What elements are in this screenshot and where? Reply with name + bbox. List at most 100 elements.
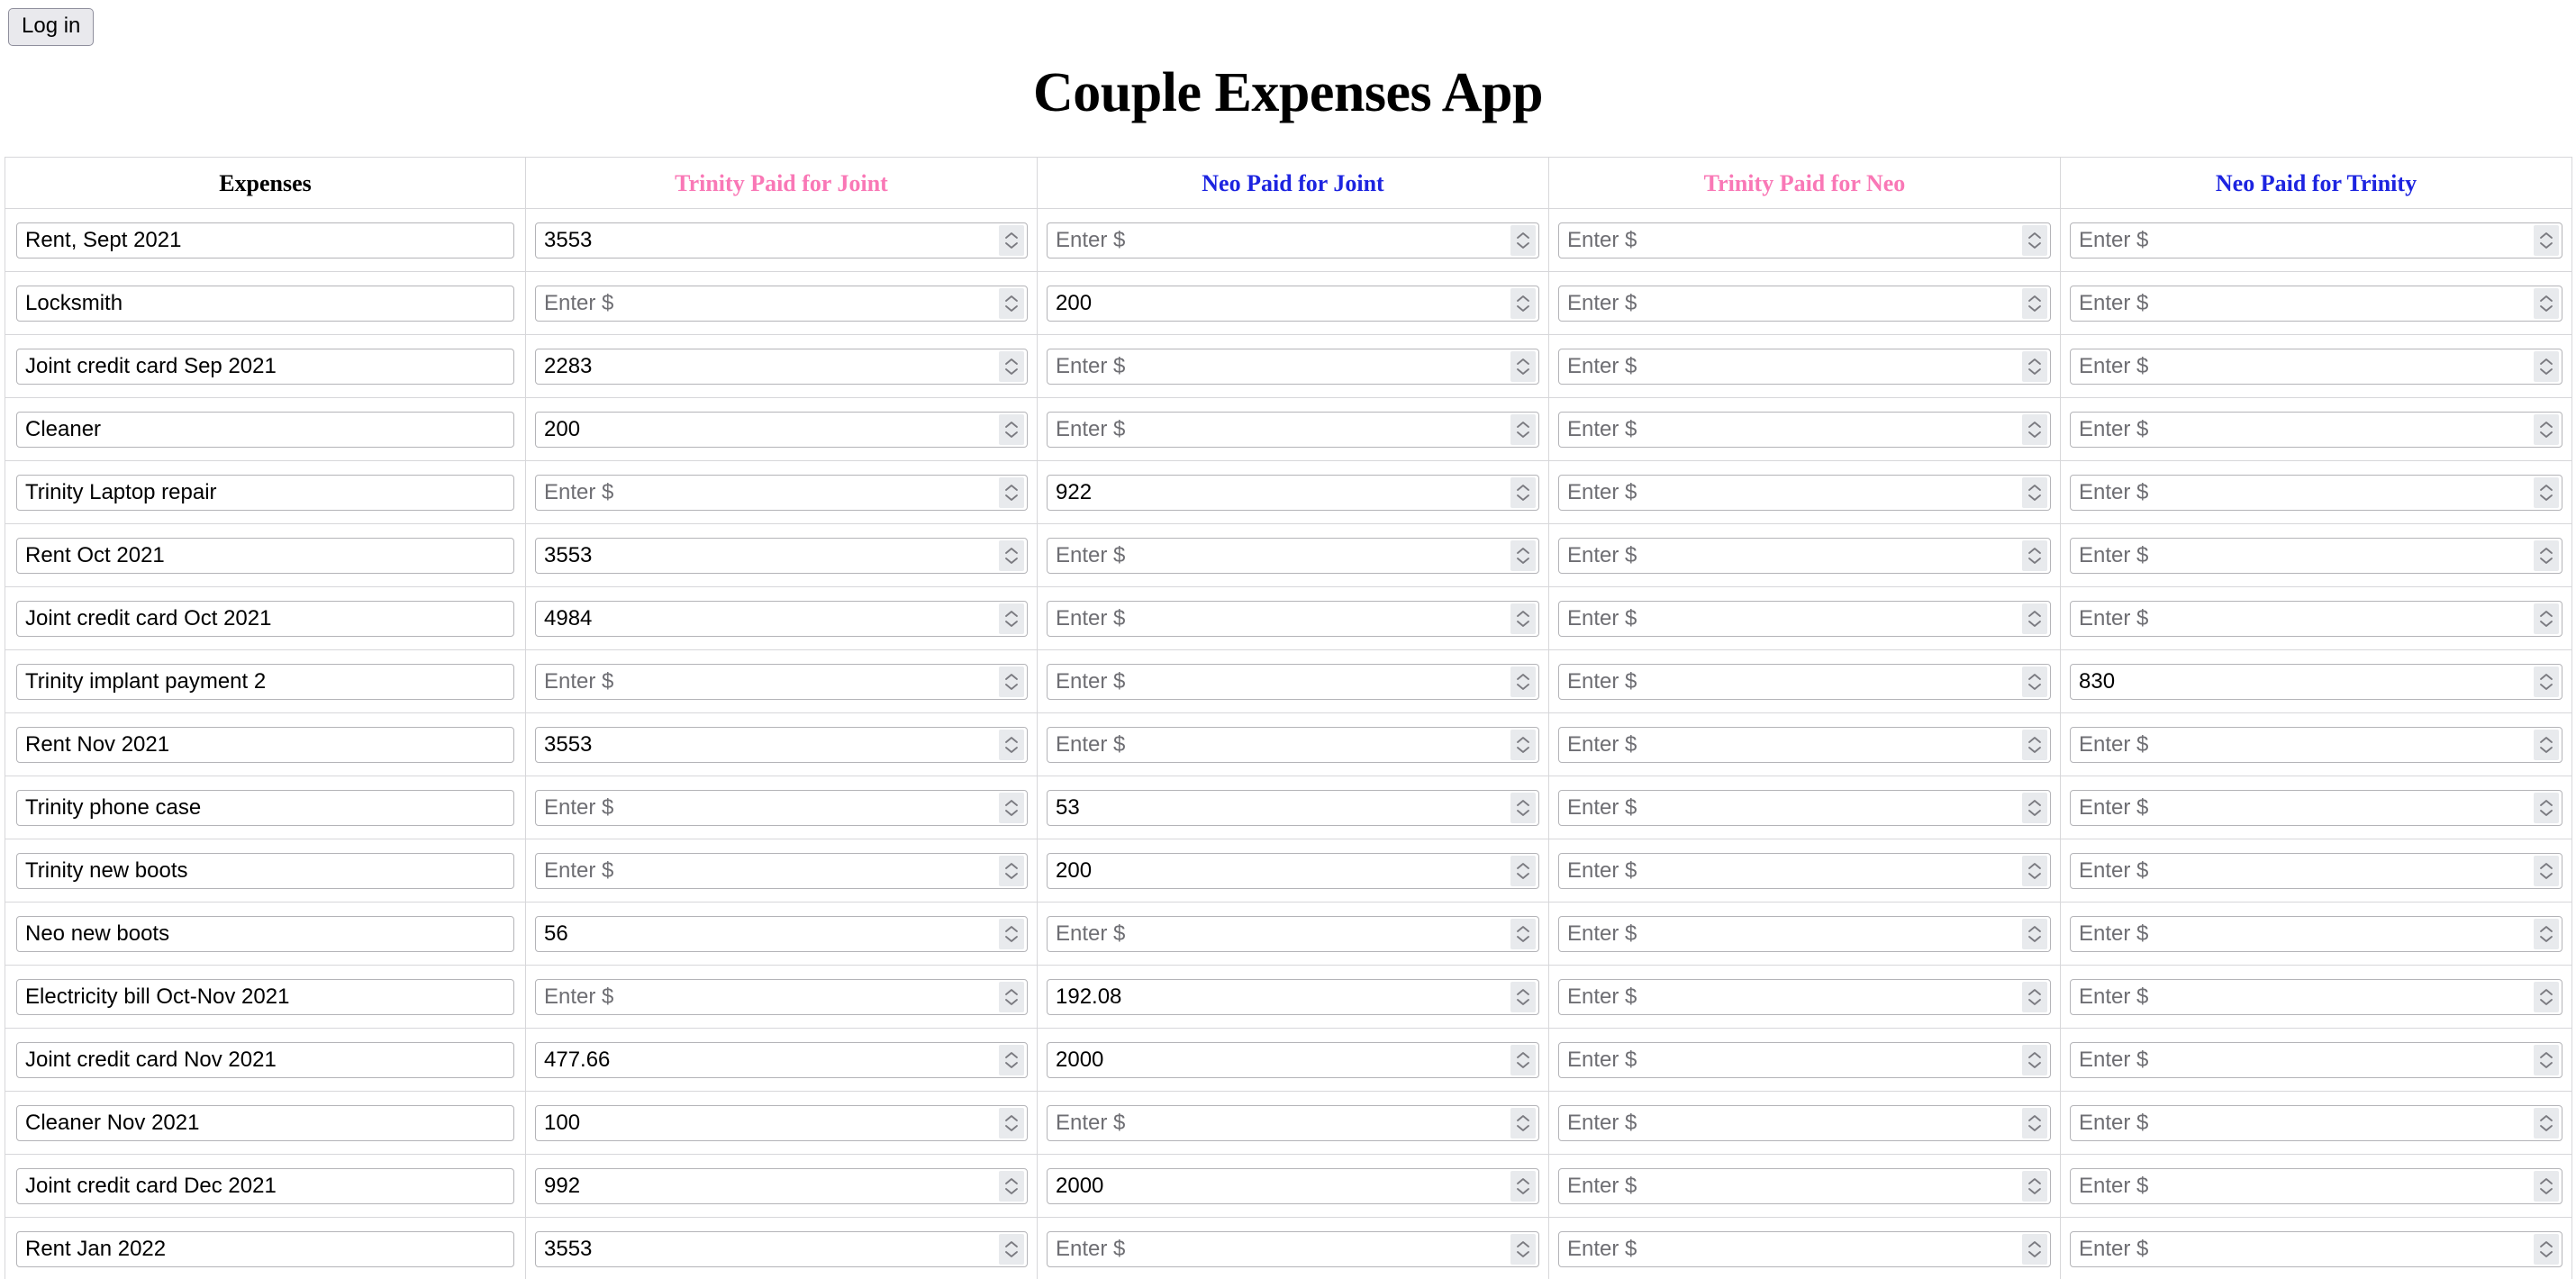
number-spinner[interactable] xyxy=(2534,287,2559,319)
neo-paid-trinity-input[interactable] xyxy=(2070,348,2562,385)
trinity-paid-neo-input[interactable] xyxy=(1558,285,2051,322)
number-spinner[interactable] xyxy=(999,729,1024,760)
expense-name-input[interactable] xyxy=(16,1167,514,1204)
number-spinner[interactable] xyxy=(2534,413,2559,445)
neo-paid-trinity-input[interactable] xyxy=(2070,1230,2562,1267)
number-spinner[interactable] xyxy=(2534,1170,2559,1202)
neo-paid-joint-input[interactable] xyxy=(1047,411,1539,448)
neo-paid-joint-input[interactable] xyxy=(1047,789,1539,826)
trinity-paid-neo-input[interactable] xyxy=(1558,915,2051,952)
number-spinner[interactable] xyxy=(999,476,1024,508)
trinity-paid-neo-input[interactable] xyxy=(1558,663,2051,700)
number-spinner[interactable] xyxy=(2534,603,2559,634)
expense-name-input[interactable] xyxy=(16,474,514,511)
neo-paid-trinity-input[interactable] xyxy=(2070,852,2562,889)
trinity-paid-neo-input[interactable] xyxy=(1558,789,2051,826)
neo-paid-joint-input[interactable] xyxy=(1047,600,1539,637)
number-spinner[interactable] xyxy=(2022,1044,2047,1075)
expense-name-input[interactable] xyxy=(16,600,514,637)
number-spinner[interactable] xyxy=(2534,1044,2559,1075)
number-spinner[interactable] xyxy=(2534,540,2559,571)
trinity-paid-joint-input[interactable] xyxy=(535,663,1028,700)
neo-paid-trinity-input[interactable] xyxy=(2070,789,2562,826)
trinity-paid-neo-input[interactable] xyxy=(1558,600,2051,637)
number-spinner[interactable] xyxy=(1510,540,1536,571)
number-spinner[interactable] xyxy=(2022,287,2047,319)
trinity-paid-joint-input[interactable] xyxy=(535,537,1028,574)
trinity-paid-neo-input[interactable] xyxy=(1558,1230,2051,1267)
trinity-paid-joint-input[interactable] xyxy=(535,726,1028,763)
number-spinner[interactable] xyxy=(2022,350,2047,382)
number-spinner[interactable] xyxy=(999,413,1024,445)
trinity-paid-neo-input[interactable] xyxy=(1558,1041,2051,1078)
number-spinner[interactable] xyxy=(2534,1107,2559,1138)
number-spinner[interactable] xyxy=(2022,540,2047,571)
number-spinner[interactable] xyxy=(2022,603,2047,634)
neo-paid-trinity-input[interactable] xyxy=(2070,537,2562,574)
expense-name-input[interactable] xyxy=(16,1230,514,1267)
neo-paid-trinity-input[interactable] xyxy=(2070,978,2562,1015)
number-spinner[interactable] xyxy=(999,918,1024,949)
number-spinner[interactable] xyxy=(2022,729,2047,760)
number-spinner[interactable] xyxy=(999,792,1024,823)
neo-paid-trinity-input[interactable] xyxy=(2070,1041,2562,1078)
number-spinner[interactable] xyxy=(999,855,1024,886)
expense-name-input[interactable] xyxy=(16,411,514,448)
number-spinner[interactable] xyxy=(999,1044,1024,1075)
number-spinner[interactable] xyxy=(2022,666,2047,697)
number-spinner[interactable] xyxy=(1510,1233,1536,1265)
trinity-paid-joint-input[interactable] xyxy=(535,411,1028,448)
trinity-paid-joint-input[interactable] xyxy=(535,222,1028,259)
expense-name-input[interactable] xyxy=(16,1041,514,1078)
neo-paid-trinity-input[interactable] xyxy=(2070,285,2562,322)
neo-paid-trinity-input[interactable] xyxy=(2070,726,2562,763)
expense-name-input[interactable] xyxy=(16,537,514,574)
number-spinner[interactable] xyxy=(999,1233,1024,1265)
number-spinner[interactable] xyxy=(2534,792,2559,823)
trinity-paid-neo-input[interactable] xyxy=(1558,1104,2051,1141)
trinity-paid-joint-input[interactable] xyxy=(535,474,1028,511)
neo-paid-trinity-input[interactable] xyxy=(2070,600,2562,637)
number-spinner[interactable] xyxy=(999,287,1024,319)
number-spinner[interactable] xyxy=(2022,476,2047,508)
trinity-paid-neo-input[interactable] xyxy=(1558,537,2051,574)
neo-paid-joint-input[interactable] xyxy=(1047,915,1539,952)
number-spinner[interactable] xyxy=(1510,287,1536,319)
trinity-paid-neo-input[interactable] xyxy=(1558,978,2051,1015)
number-spinner[interactable] xyxy=(1510,981,1536,1012)
number-spinner[interactable] xyxy=(2534,729,2559,760)
number-spinner[interactable] xyxy=(2534,476,2559,508)
trinity-paid-joint-input[interactable] xyxy=(535,1167,1028,1204)
neo-paid-joint-input[interactable] xyxy=(1047,285,1539,322)
neo-paid-trinity-input[interactable] xyxy=(2070,474,2562,511)
number-spinner[interactable] xyxy=(1510,603,1536,634)
number-spinner[interactable] xyxy=(1510,666,1536,697)
number-spinner[interactable] xyxy=(999,224,1024,256)
trinity-paid-neo-input[interactable] xyxy=(1558,726,2051,763)
number-spinner[interactable] xyxy=(2022,981,2047,1012)
number-spinner[interactable] xyxy=(1510,729,1536,760)
trinity-paid-neo-input[interactable] xyxy=(1558,474,2051,511)
number-spinner[interactable] xyxy=(2022,413,2047,445)
trinity-paid-joint-input[interactable] xyxy=(535,348,1028,385)
neo-paid-trinity-input[interactable] xyxy=(2070,663,2562,700)
neo-paid-joint-input[interactable] xyxy=(1047,978,1539,1015)
neo-paid-joint-input[interactable] xyxy=(1047,474,1539,511)
number-spinner[interactable] xyxy=(1510,476,1536,508)
number-spinner[interactable] xyxy=(2534,918,2559,949)
expense-name-input[interactable] xyxy=(16,726,514,763)
number-spinner[interactable] xyxy=(999,1107,1024,1138)
expense-name-input[interactable] xyxy=(16,222,514,259)
number-spinner[interactable] xyxy=(1510,350,1536,382)
number-spinner[interactable] xyxy=(2022,1233,2047,1265)
number-spinner[interactable] xyxy=(2022,792,2047,823)
trinity-paid-neo-input[interactable] xyxy=(1558,411,2051,448)
number-spinner[interactable] xyxy=(1510,855,1536,886)
number-spinner[interactable] xyxy=(2022,1107,2047,1138)
expense-name-input[interactable] xyxy=(16,1104,514,1141)
neo-paid-joint-input[interactable] xyxy=(1047,348,1539,385)
trinity-paid-joint-input[interactable] xyxy=(535,852,1028,889)
trinity-paid-neo-input[interactable] xyxy=(1558,222,2051,259)
number-spinner[interactable] xyxy=(1510,1107,1536,1138)
expense-name-input[interactable] xyxy=(16,852,514,889)
